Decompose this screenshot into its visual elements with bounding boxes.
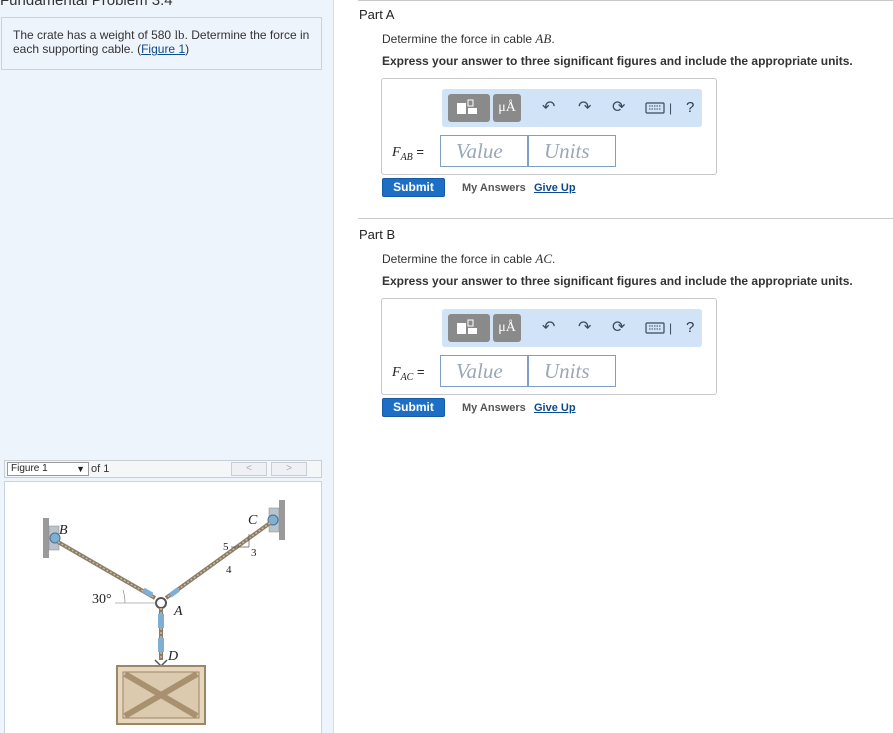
figure-select-value: Figure 1 bbox=[11, 463, 48, 474]
part-b-give-up-link[interactable]: Give Up bbox=[534, 402, 576, 414]
problem-header: Fundamental Problem 3.4 bbox=[0, 0, 173, 9]
part-b-var-base: F bbox=[392, 365, 401, 380]
part-b-prompt-suffix: . bbox=[552, 252, 556, 266]
part-b-reset-button[interactable]: ⟳ bbox=[612, 318, 625, 338]
crate bbox=[116, 665, 206, 725]
part-b-template-button[interactable] bbox=[448, 314, 490, 342]
part-b-value-input[interactable]: Value bbox=[440, 355, 528, 387]
angle-label: 30° bbox=[92, 592, 112, 607]
weight-unit: lb bbox=[174, 27, 185, 42]
part-b-title: Part B bbox=[359, 227, 396, 242]
part-a-keyboard-button[interactable] bbox=[645, 101, 665, 115]
mu-angstrom-icon: μÅ bbox=[498, 320, 516, 335]
prev-figure-button[interactable]: < bbox=[231, 462, 267, 476]
part-a-redo-button[interactable]: ↷ bbox=[578, 98, 591, 118]
part-a-answer-box: μÅ ↶ ↷ ⟳ | ? FAB = Value Units bbox=[381, 78, 717, 175]
part-a-divider bbox=[358, 0, 893, 1]
figure-navigation: Figure 1 ▼ of 1 < > bbox=[4, 460, 322, 478]
part-b-units-input[interactable]: Units bbox=[528, 355, 616, 387]
part-b-equation-toolbar: μÅ ↶ ↷ ⟳ | ? bbox=[442, 309, 702, 347]
problem-statement: The crate has a weight of 580 lb. Determ… bbox=[1, 17, 322, 70]
support-b bbox=[43, 518, 61, 558]
chevron-right-icon: > bbox=[286, 463, 292, 474]
part-a-prompt: Determine the force in cable AB. bbox=[382, 31, 555, 47]
mu-angstrom-icon: μÅ bbox=[498, 100, 516, 115]
part-a-var-base: F bbox=[392, 145, 401, 160]
next-figure-button[interactable]: > bbox=[271, 462, 307, 476]
slope-label-4: 4 bbox=[226, 564, 232, 576]
chevron-down-icon: ▼ bbox=[76, 464, 85, 474]
part-a-title: Part A bbox=[359, 7, 395, 22]
part-b-prompt-prefix: Determine the force in cable bbox=[382, 252, 536, 266]
part-a-submit-button[interactable]: Submit bbox=[382, 178, 445, 197]
part-a-help-button[interactable]: ? bbox=[686, 99, 694, 116]
label-a: A bbox=[173, 604, 183, 619]
part-b-redo-button[interactable]: ↷ bbox=[578, 318, 591, 338]
label-d: D bbox=[167, 649, 178, 664]
part-b-answer-box: μÅ ↶ ↷ ⟳ | ? FAC = Value Units bbox=[381, 298, 717, 395]
part-b-submit-button[interactable]: Submit bbox=[382, 398, 445, 417]
part-b-prompt: Determine the force in cable AC. bbox=[382, 251, 555, 267]
problem-close-paren: ) bbox=[185, 42, 190, 56]
figure-link[interactable]: Figure 1 bbox=[141, 42, 185, 56]
part-a-units-input[interactable]: Units bbox=[528, 135, 616, 167]
part-a-undo-button[interactable]: ↶ bbox=[542, 98, 555, 118]
part-b-my-answers-link[interactable]: My Answers bbox=[462, 402, 526, 414]
slope-label-5: 5 bbox=[223, 541, 229, 553]
slope-label-3: 3 bbox=[251, 547, 257, 559]
part-a-variable-label: FAB = bbox=[392, 144, 424, 163]
problem-text-before: The crate has a weight of 580 bbox=[13, 28, 175, 42]
part-a-my-answers-link[interactable]: My Answers bbox=[462, 182, 526, 194]
chevron-left-icon: < bbox=[246, 463, 252, 474]
part-a-give-up-link[interactable]: Give Up bbox=[534, 182, 576, 194]
part-b-eq: = bbox=[413, 364, 425, 379]
part-a-var-sub: AB bbox=[400, 151, 413, 163]
part-b-divider bbox=[358, 218, 893, 219]
label-c: C bbox=[248, 513, 258, 528]
part-a-prompt-prefix: Determine the force in cable bbox=[382, 32, 536, 46]
part-a-template-button[interactable] bbox=[448, 94, 490, 122]
part-a-instruction: Express your answer to three significant… bbox=[382, 54, 853, 68]
part-a-value-input[interactable]: Value bbox=[440, 135, 528, 167]
figure-count: of 1 bbox=[91, 463, 110, 475]
part-a-units-button[interactable]: μÅ bbox=[493, 94, 521, 122]
template-icon bbox=[457, 319, 477, 334]
part-b-instruction: Express your answer to three significant… bbox=[382, 274, 853, 288]
support-c bbox=[267, 500, 285, 540]
part-b-help-button[interactable]: ? bbox=[686, 319, 694, 336]
template-icon bbox=[457, 99, 477, 114]
part-b-keyboard-button[interactable] bbox=[645, 321, 665, 335]
left-panel: Fundamental Problem 3.4 The crate has a … bbox=[0, 0, 334, 733]
part-b-undo-button[interactable]: ↶ bbox=[542, 318, 555, 338]
figure-frame: B C A D 30° 5 3 4 bbox=[4, 481, 322, 733]
part-a-eq: = bbox=[412, 144, 424, 159]
label-b: B bbox=[59, 523, 68, 538]
part-b-variable-label: FAC = bbox=[392, 364, 425, 383]
part-a-equation-toolbar: μÅ ↶ ↷ ⟳ | ? bbox=[442, 89, 702, 127]
part-b-cable: AC bbox=[535, 251, 553, 266]
figure-select[interactable]: Figure 1 ▼ bbox=[7, 462, 89, 476]
ring-a bbox=[155, 597, 167, 609]
crate-cable-figure: B C A D 30° 5 3 4 bbox=[43, 500, 285, 725]
part-a-cable: AB bbox=[535, 31, 552, 46]
part-a-reset-button[interactable]: ⟳ bbox=[612, 98, 625, 118]
part-b-var-sub: AC bbox=[400, 371, 414, 383]
part-a-prompt-suffix: . bbox=[551, 32, 555, 46]
part-b-units-button[interactable]: μÅ bbox=[493, 314, 521, 342]
